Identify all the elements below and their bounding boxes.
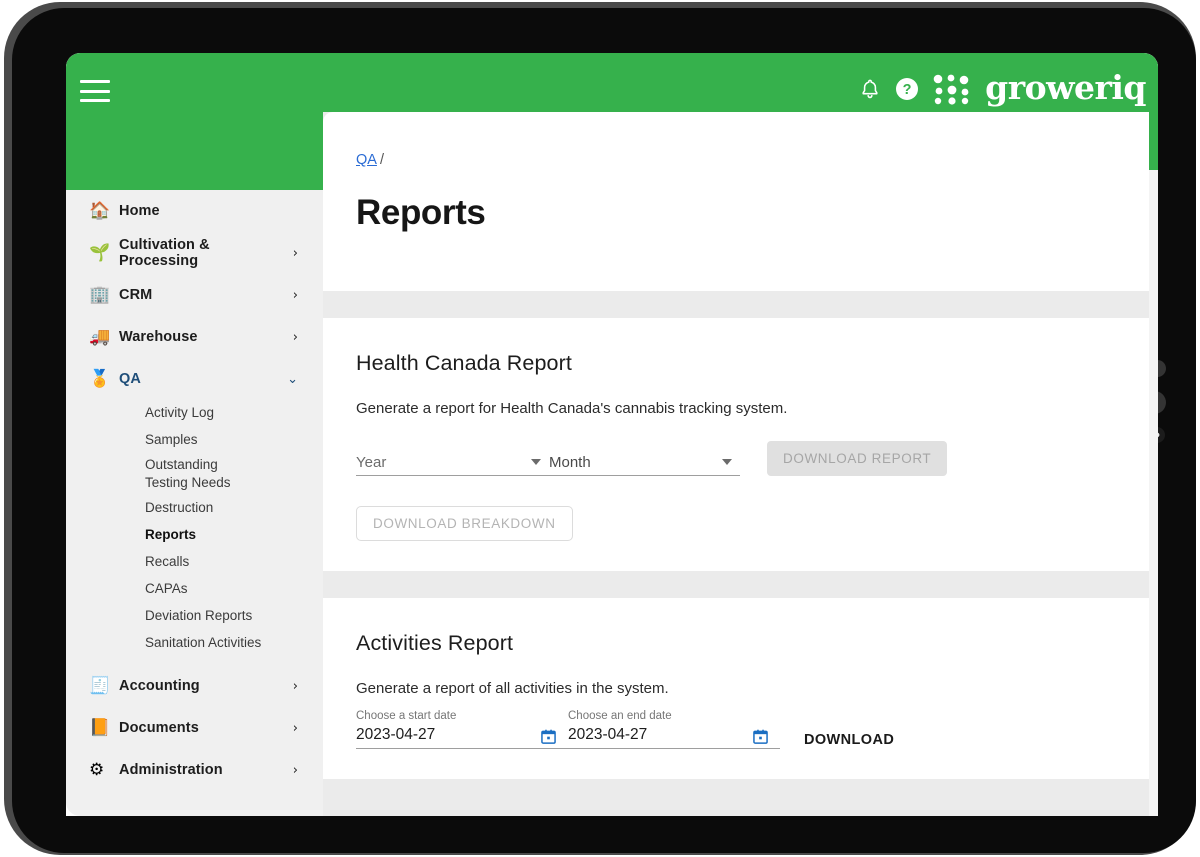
tablet-body: ◑ ? <box>12 8 1196 853</box>
scrollbar-thumb[interactable] <box>1149 53 1158 170</box>
chevron-right-icon: › <box>292 678 298 694</box>
page-header-card: QA / Reports <box>323 112 1158 291</box>
notification-bell-icon[interactable] <box>859 77 881 101</box>
rosette-award-icon: 🏅 <box>89 368 111 389</box>
end-date-value: 2023-04-27 <box>568 726 648 743</box>
chevron-down-icon: ⌄ <box>287 371 298 387</box>
sidebar-item-label: Administration <box>119 762 223 779</box>
sidebar-item-accounting[interactable]: 🧾 Accounting › <box>66 665 323 707</box>
year-select[interactable]: Year <box>356 449 549 475</box>
page-title: Reports <box>356 193 486 232</box>
receipt-calculator-icon: 🧾 <box>89 675 111 696</box>
main-content: QA / Reports Health Canada Report Generat… <box>323 112 1158 816</box>
vertical-scrollbar[interactable] <box>1149 53 1158 816</box>
document-icon: 📙 <box>89 717 111 738</box>
house-icon: 🏠 <box>89 200 111 221</box>
groweriq-dots-logo-icon <box>933 74 969 105</box>
sidebar-subitem-reports[interactable]: Reports <box>66 521 323 548</box>
sidebar-item-label: Warehouse <box>119 329 198 345</box>
breadcrumb: QA / <box>356 152 384 168</box>
brand-logo[interactable]: groweriq <box>933 71 1146 107</box>
sidebar-item-home[interactable]: 🏠 Home <box>66 190 323 232</box>
start-date-value: 2023-04-27 <box>356 726 436 743</box>
sidebar-subitem-outstanding-testing-needs[interactable]: Outstanding Testing Needs <box>66 454 323 494</box>
sidebar-item-label: Documents <box>119 720 199 737</box>
breadcrumb-link-qa[interactable]: QA <box>356 152 377 168</box>
hamburger-menu-icon[interactable] <box>80 80 110 102</box>
chevron-right-icon: › <box>292 245 298 261</box>
calendar-icon[interactable] <box>541 729 556 744</box>
date-range-group: Choose a start date 2023-04-27 Choose an… <box>356 709 780 749</box>
sidebar-item-label: CRM <box>119 287 153 303</box>
header-actions: ? groweriq <box>859 71 1146 107</box>
health-canada-report-card: Health Canada Report Generate a report f… <box>323 318 1158 571</box>
brand-name: groweriq <box>985 68 1146 107</box>
section-description: Generate a report of all activities in t… <box>356 680 669 697</box>
year-month-select-group: Year Month <box>356 449 740 476</box>
chevron-down-icon <box>531 459 541 465</box>
sidebar-subitem-sanitation-activities[interactable]: Sanitation Activities <box>66 629 323 656</box>
sidebar-item-label: QA <box>119 371 141 387</box>
month-select[interactable]: Month <box>549 449 740 475</box>
chevron-right-icon: › <box>292 720 298 736</box>
health-canada-controls: Year Month DOWNLOAD REPORT <box>356 441 1125 476</box>
sidebar-item-label: Cultivation & Processing <box>119 237 210 269</box>
card-divider <box>323 291 1158 318</box>
section-title: Health Canada Report <box>356 351 572 375</box>
chevron-right-icon: › <box>292 762 298 778</box>
tablet-frame: ◑ ? <box>4 2 1196 855</box>
start-date-field[interactable]: Choose a start date 2023-04-27 <box>356 709 568 748</box>
chevron-right-icon: › <box>292 287 298 303</box>
help-circle-icon[interactable]: ? <box>895 77 919 101</box>
sidebar-item-label: Home <box>119 203 160 219</box>
download-report-button[interactable]: DOWNLOAD REPORT <box>767 441 948 476</box>
calendar-icon[interactable] <box>753 729 768 744</box>
start-date-label: Choose a start date <box>356 710 457 722</box>
card-divider <box>323 571 1158 598</box>
download-activities-button[interactable]: DOWNLOAD <box>804 732 894 749</box>
hand-truck-icon: 🚚 <box>89 326 111 347</box>
sidebar-item-qa[interactable]: 🏅 QA ⌄ <box>66 358 323 400</box>
activities-controls: Choose a start date 2023-04-27 Choose an… <box>356 709 1125 749</box>
seedling-icon: 🌱 <box>89 242 111 263</box>
activities-report-card: Activities Report Generate a report of a… <box>323 598 1158 779</box>
month-select-value: Month <box>549 453 591 471</box>
sidebar-item-administration[interactable]: ⚙ Administration › <box>66 749 323 791</box>
sidebar-subitem-activity-log[interactable]: Activity Log <box>66 400 323 427</box>
sidebar-item-cultivation-processing[interactable]: 🌱 Cultivation & Processing › <box>66 232 323 274</box>
chevron-right-icon: › <box>292 329 298 345</box>
sidebar-item-crm[interactable]: 🏢 CRM › <box>66 274 323 316</box>
tablet-screen: ? groweriq 🏠 Home 🌱 Cultivation & Proces… <box>66 53 1158 816</box>
sidebar-item-label: Accounting <box>119 678 200 695</box>
end-date-label: Choose an end date <box>568 710 672 722</box>
section-description: Generate a report for Health Canada's ca… <box>356 400 788 417</box>
section-title: Activities Report <box>356 631 514 655</box>
svg-text:?: ? <box>903 82 912 98</box>
office-building-icon: 🏢 <box>89 284 111 305</box>
download-breakdown-button[interactable]: DOWNLOAD BREAKDOWN <box>356 506 573 541</box>
chevron-down-icon <box>722 459 732 465</box>
sidebar-item-warehouse[interactable]: 🚚 Warehouse › <box>66 316 323 358</box>
sidebar-subitem-samples[interactable]: Samples <box>66 427 323 454</box>
sidebar-subitem-recalls[interactable]: Recalls <box>66 548 323 575</box>
sidebar-subitem-destruction[interactable]: Destruction <box>66 494 323 521</box>
sidebar-item-documents[interactable]: 📙 Documents › <box>66 707 323 749</box>
gear-settings-icon: ⚙ <box>89 759 105 780</box>
sidebar-nav: 🏠 Home 🌱 Cultivation & Processing › 🏢 CR… <box>66 190 323 816</box>
year-select-value: Year <box>356 453 387 471</box>
breadcrumb-separator: / <box>379 152 384 168</box>
sidebar-subitem-capas[interactable]: CAPAs <box>66 575 323 602</box>
end-date-field[interactable]: Choose an end date 2023-04-27 <box>568 709 780 748</box>
sidebar-subitem-deviation-reports[interactable]: Deviation Reports <box>66 602 323 629</box>
